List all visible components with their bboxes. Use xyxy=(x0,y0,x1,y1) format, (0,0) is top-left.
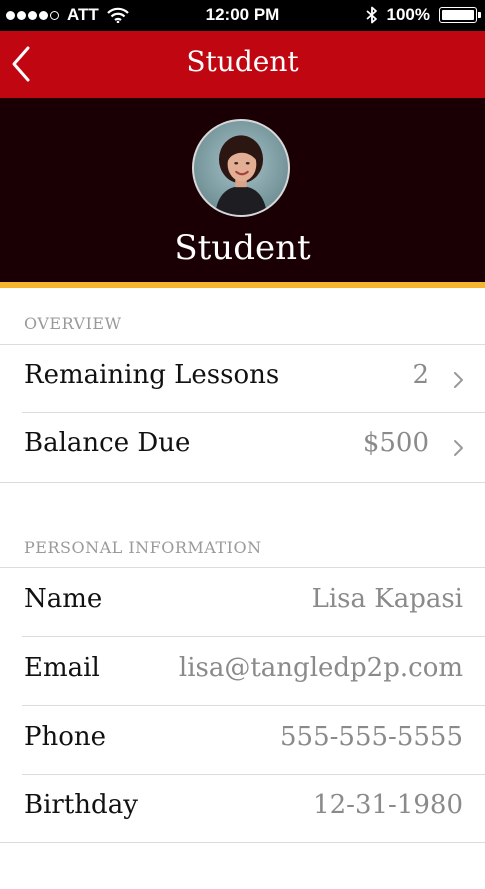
divider xyxy=(0,482,485,483)
personal-info-section-header: PERSONAL INFORMATION xyxy=(24,538,262,557)
row-label: Phone xyxy=(24,722,107,752)
avatar-photo xyxy=(215,135,267,215)
birthday-row[interactable]: Birthday 12-31-1980 xyxy=(0,774,485,842)
row-label: Balance Due xyxy=(24,428,191,458)
remaining-lessons-row[interactable]: Remaining Lessons 2 xyxy=(0,344,485,412)
page-title: Student xyxy=(186,45,299,78)
nav-bar: Student xyxy=(0,31,485,98)
overview-section-header: OVERVIEW xyxy=(24,314,122,333)
bluetooth-icon xyxy=(365,6,377,24)
row-value: 555-555-5555 xyxy=(280,722,463,752)
profile-name: Student xyxy=(174,228,311,268)
avatar[interactable] xyxy=(192,119,290,217)
phone-row[interactable]: Phone 555-555-5555 xyxy=(0,706,485,774)
row-value: 2 xyxy=(412,360,429,390)
row-label: Email xyxy=(24,653,100,683)
profile-header: Student xyxy=(0,98,485,282)
name-row[interactable]: Name Lisa Kapasi xyxy=(0,568,485,636)
chevron-right-icon xyxy=(454,372,463,388)
email-row[interactable]: Email lisa@tangledp2p.com xyxy=(0,637,485,705)
row-value: Lisa Kapasi xyxy=(311,584,463,614)
divider xyxy=(0,842,485,843)
status-right: 100% xyxy=(365,5,481,25)
row-label: Birthday xyxy=(24,790,138,820)
battery-icon xyxy=(439,7,481,23)
status-bar: ATT 12:00 PM 100% xyxy=(0,0,485,31)
battery-percent: 100% xyxy=(386,5,430,24)
accent-divider xyxy=(0,282,485,288)
row-label: Name xyxy=(24,584,103,614)
row-value: lisa@tangledp2p.com xyxy=(178,653,463,683)
row-label: Remaining Lessons xyxy=(24,360,280,390)
row-value: $500 xyxy=(362,428,429,458)
row-value: 12-31-1980 xyxy=(313,790,463,820)
chevron-right-icon xyxy=(454,440,463,456)
balance-due-row[interactable]: Balance Due $500 xyxy=(0,412,485,480)
